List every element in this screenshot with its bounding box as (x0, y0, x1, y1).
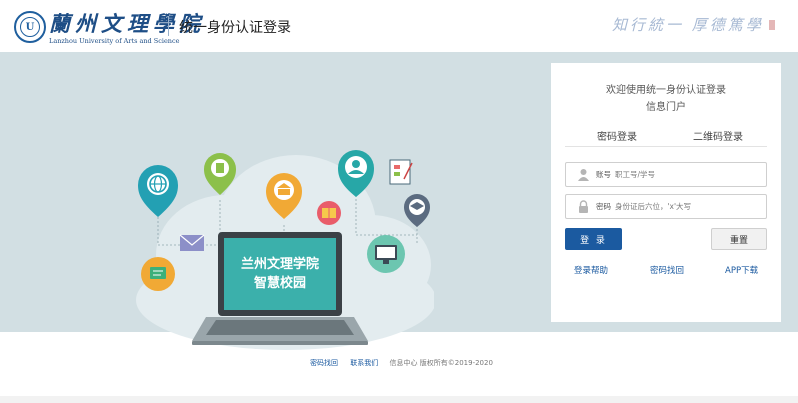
login-button[interactable]: 登 录 (565, 228, 622, 250)
envelope-icon (179, 234, 205, 251)
user-icon (578, 169, 589, 181)
laptop-screen-line2: 智慧校园 (254, 275, 306, 291)
account-input[interactable] (615, 165, 760, 184)
header-divider (168, 16, 169, 36)
university-logo-english: Lanzhou University of Arts and Science (49, 37, 180, 45)
password-recover-link[interactable]: 密码找回 (650, 264, 684, 276)
graduation-cap-pin-icon (404, 194, 430, 227)
smart-campus-illustration: 兰州文理学院 智慧校园 (136, 150, 434, 350)
page-footer: 密码找回 联系我们 信息中心 版权所有©2019-2020 (0, 358, 798, 372)
welcome-text: 欢迎使用统一身份认证登录 (606, 85, 726, 96)
account-label: 账号 (596, 170, 611, 179)
footer-recover-link[interactable]: 密码找回 (310, 359, 338, 367)
password-label: 密码 (596, 202, 611, 211)
app-download-link[interactable]: APP下载 (725, 264, 758, 276)
footer-contact-link[interactable]: 联系我们 (350, 359, 378, 367)
login-help-link[interactable]: 登录帮助 (574, 264, 608, 276)
footer-copyright: 信息中心 版权所有©2019-2020 (389, 359, 493, 367)
account-field[interactable]: 账号 (565, 162, 767, 187)
password-input[interactable] (615, 197, 760, 216)
password-field[interactable]: 密码 (565, 194, 767, 219)
book-icon (317, 201, 341, 225)
bottom-strip (0, 396, 798, 403)
chat-icon (141, 257, 175, 291)
login-card: 欢迎使用统一身份认证登录 信息门户 密码登录 二维码登录 账号 密码 登 录 重… (551, 63, 781, 322)
hero-banner: 兰州文理学院 智慧校园 欢迎使用统一身份认证登录 信息门户 密码登录 二维码登录… (0, 52, 798, 350)
motto-seal-icon (769, 20, 775, 30)
tab-divider (565, 146, 767, 147)
lock-icon (579, 200, 588, 213)
tab-qrcode-login[interactable]: 二维码登录 (693, 128, 743, 143)
monitor-icon (367, 235, 405, 273)
tab-password-login[interactable]: 密码登录 (597, 128, 637, 143)
university-emblem-icon: U (14, 11, 46, 43)
clipboard-icon (389, 159, 413, 185)
page-header: U 蘭州文理學院 Lanzhou University of Arts and … (0, 0, 798, 52)
reset-button[interactable]: 重置 (711, 228, 767, 250)
university-motto: 知行統一 厚德篤學 (612, 16, 764, 34)
system-title: 统一身份认证登录 (179, 20, 291, 36)
globe-pin-icon (138, 165, 178, 217)
laptop-screen-line1: 兰州文理学院 (241, 256, 319, 272)
portal-name: 信息门户 (646, 102, 686, 113)
